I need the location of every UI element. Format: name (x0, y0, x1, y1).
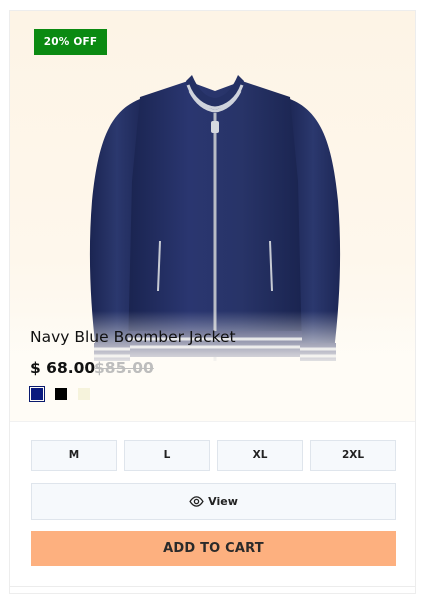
size-options: M L XL 2XL (31, 440, 396, 471)
discount-badge: 20% OFF (34, 29, 107, 55)
product-title[interactable]: Navy Blue Boomber Jacket (30, 328, 236, 346)
divider (10, 421, 415, 422)
size-button-l[interactable]: L (124, 440, 210, 471)
add-to-cart-button[interactable]: ADD TO CART (31, 531, 396, 566)
current-price: $ 68.00 (30, 359, 96, 377)
eye-icon (189, 495, 204, 507)
size-button-xl[interactable]: XL (217, 440, 303, 471)
color-swatch-black[interactable] (55, 388, 67, 400)
product-card: 20% OFF Navy Blue Boomber Jacket $ 68.00… (9, 10, 416, 594)
product-image-area[interactable]: 20% OFF Navy Blue Boomber Jacket $ 68.00… (10, 11, 415, 421)
color-swatch-navy[interactable] (28, 385, 46, 403)
size-button-2xl[interactable]: 2XL (310, 440, 396, 471)
size-button-m[interactable]: M (31, 440, 117, 471)
card-bottom-border (10, 586, 415, 587)
view-button-label: View (208, 495, 238, 508)
view-button[interactable]: View (31, 483, 396, 520)
color-swatch-cream[interactable] (78, 388, 90, 400)
original-price: $85.00 (94, 359, 154, 377)
